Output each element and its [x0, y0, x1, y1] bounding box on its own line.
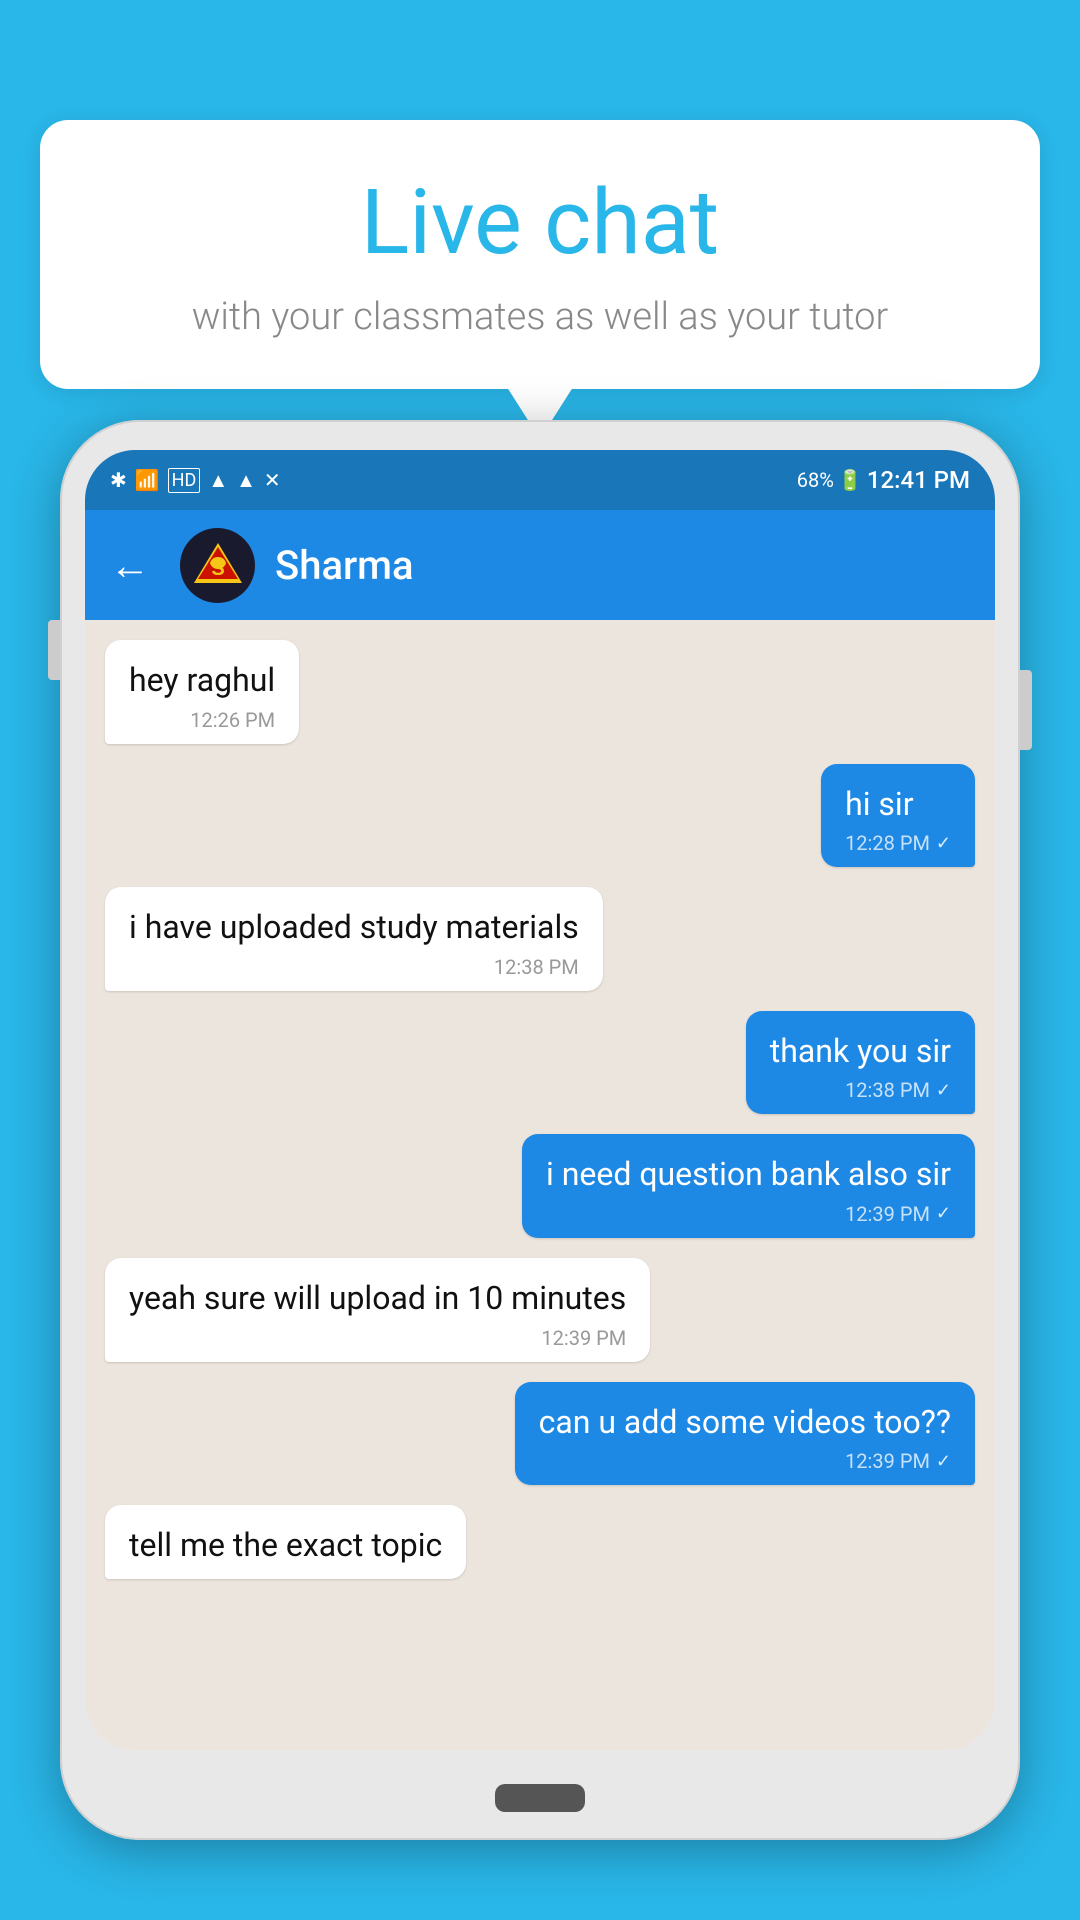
- superman-icon: S: [188, 535, 248, 595]
- msg-text: thank you sir: [770, 1031, 951, 1073]
- battery-percent: 68%: [797, 468, 834, 492]
- bubble-sent: can u add some videos too?? 12:39 PM ✓: [515, 1382, 975, 1486]
- msg-text: yeah sure will upload in 10 minutes: [129, 1278, 626, 1320]
- chat-area: hey raghul 12:26 PM hi sir 12:28 PM ✓: [85, 620, 995, 1750]
- msg-time: 12:28 PM ✓: [845, 831, 951, 855]
- back-button[interactable]: ←: [110, 542, 150, 589]
- bluetooth-icon: ✱: [110, 468, 127, 492]
- status-bar: ✱ 📶 HD ▲ ▲ ✕ 68% 🔋 12:41 PM: [85, 450, 995, 510]
- msg-time: 12:38 PM ✓: [770, 1078, 951, 1102]
- msg-text: hey raghul: [129, 660, 275, 702]
- msg-time: 12:26 PM: [129, 708, 275, 732]
- status-icons-left: ✱ 📶 HD ▲ ▲ ✕: [110, 468, 281, 493]
- message-7: can u add some videos too?? 12:39 PM ✓: [105, 1382, 975, 1486]
- contact-name: Sharma: [275, 542, 414, 589]
- read-checkmark: ✓: [936, 1080, 951, 1101]
- message-1: hey raghul 12:26 PM: [105, 640, 975, 744]
- speech-bubble: Live chat with your classmates as well a…: [40, 120, 1040, 389]
- status-time: 12:41 PM: [867, 466, 970, 494]
- app-bar: ← S Sharma: [85, 510, 995, 620]
- hd-icon: HD: [168, 468, 201, 493]
- msg-text: can u add some videos too??: [539, 1402, 951, 1444]
- live-chat-title: Live chat: [100, 170, 980, 275]
- msg-text: i have uploaded study materials: [129, 907, 579, 949]
- wifi-icon: ▲: [208, 468, 228, 493]
- bubble-sent: hi sir 12:28 PM ✓: [821, 764, 975, 868]
- svg-text:S: S: [211, 558, 224, 580]
- message-8: tell me the exact topic: [105, 1505, 975, 1579]
- status-battery: 68% 🔋 12:41 PM: [797, 466, 970, 494]
- message-5: i need question bank also sir 12:39 PM ✓: [105, 1134, 975, 1238]
- msg-text: hi sir: [845, 784, 951, 826]
- avatar: S: [180, 528, 255, 603]
- bubble-received: tell me the exact topic: [105, 1505, 466, 1579]
- message-4: thank you sir 12:38 PM ✓: [105, 1011, 975, 1115]
- phone-screen: ✱ 📶 HD ▲ ▲ ✕ 68% 🔋 12:41 PM ←: [85, 450, 995, 1750]
- bubble-received: hey raghul 12:26 PM: [105, 640, 299, 744]
- power-button: [1020, 670, 1032, 750]
- read-checkmark: ✓: [936, 833, 951, 854]
- msg-time: 12:39 PM ✓: [539, 1449, 951, 1473]
- home-button[interactable]: [495, 1784, 585, 1812]
- message-3: i have uploaded study materials 12:38 PM: [105, 887, 975, 991]
- battery-icon: 🔋: [838, 468, 863, 492]
- read-checkmark: ✓: [936, 1203, 951, 1224]
- bubble-sent: thank you sir 12:38 PM ✓: [746, 1011, 975, 1115]
- msg-time: 12:39 PM ✓: [546, 1202, 951, 1226]
- x-icon: ✕: [264, 468, 281, 492]
- bubble-sent: i need question bank also sir 12:39 PM ✓: [522, 1134, 975, 1238]
- volume-button: [48, 620, 60, 680]
- msg-time: 12:38 PM: [129, 955, 579, 979]
- phone-outer: ✱ 📶 HD ▲ ▲ ✕ 68% 🔋 12:41 PM ←: [60, 420, 1020, 1840]
- read-checkmark: ✓: [936, 1451, 951, 1472]
- msg-text: tell me the exact topic: [129, 1525, 442, 1567]
- phone-mockup: ✱ 📶 HD ▲ ▲ ✕ 68% 🔋 12:41 PM ←: [60, 420, 1020, 1920]
- message-2: hi sir 12:28 PM ✓: [105, 764, 975, 868]
- msg-time: 12:39 PM: [129, 1326, 626, 1350]
- msg-text: i need question bank also sir: [546, 1154, 951, 1196]
- bubble-received: i have uploaded study materials 12:38 PM: [105, 887, 603, 991]
- message-6: yeah sure will upload in 10 minutes 12:3…: [105, 1258, 975, 1362]
- bubble-received: yeah sure will upload in 10 minutes 12:3…: [105, 1258, 650, 1362]
- network-icon: ▲: [236, 468, 256, 493]
- signal-icon: 📶: [135, 468, 160, 492]
- live-chat-subtitle: with your classmates as well as your tut…: [100, 295, 980, 339]
